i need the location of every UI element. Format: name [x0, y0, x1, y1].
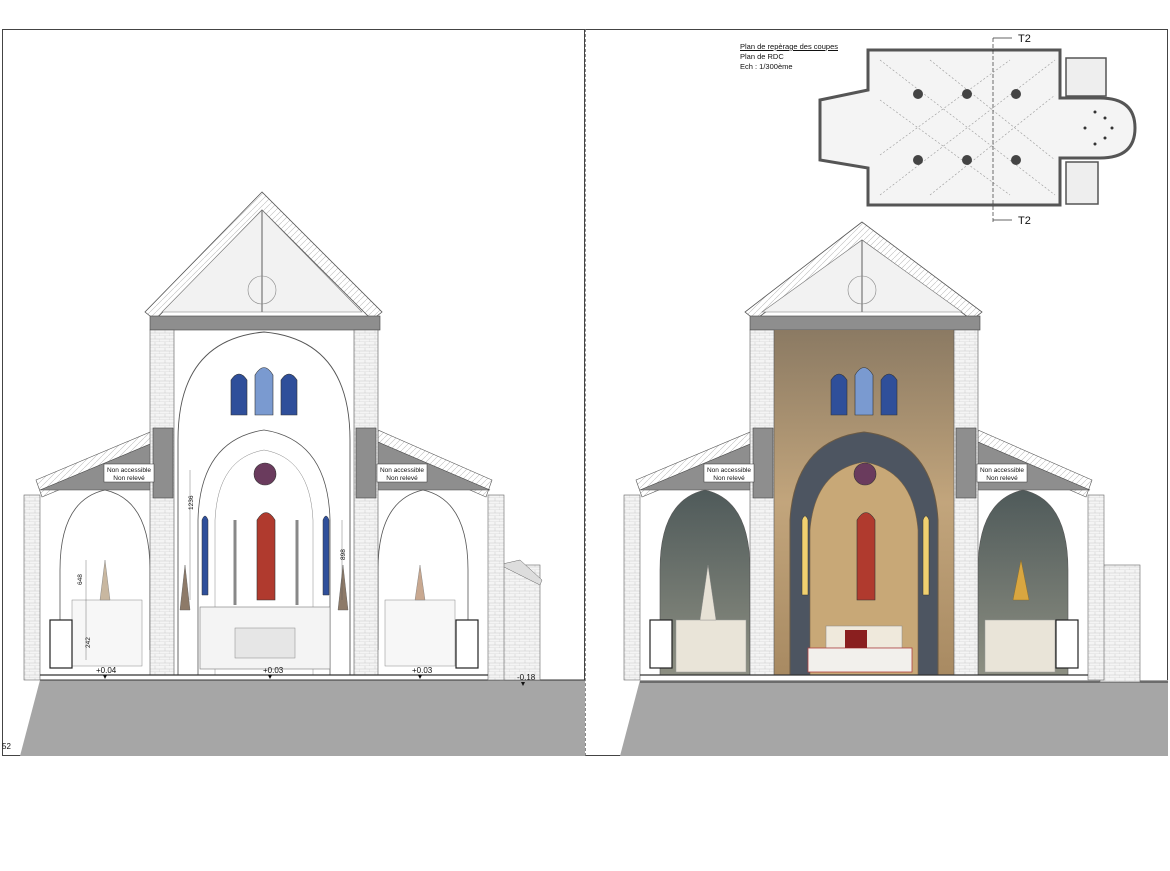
- ground-mass: [20, 680, 585, 756]
- photo-left-aisle-note-1: Non accessible: [707, 467, 751, 474]
- right-section-photo: [620, 221, 1168, 756]
- dimension-height-3: 648: [77, 574, 84, 585]
- key-floor-plan: [818, 37, 1137, 222]
- right-aisle-note-1: Non accessible: [380, 467, 424, 474]
- dimension-height-2: 898: [340, 549, 347, 560]
- plan-legend: Plan de repèrage des coupes Plan de RDC …: [740, 42, 838, 72]
- level-right-aisle: +0.03: [412, 666, 433, 675]
- church-sections-svg: Non accessible Non relevé Non accessible…: [20, 33, 1168, 756]
- page-reference: 52: [2, 742, 11, 751]
- left-aisle-note-2: Non relevé: [113, 475, 145, 482]
- left-aisle-note-1: Non accessible: [107, 467, 151, 474]
- dimension-height-1: 1236: [188, 495, 195, 510]
- legend-plan: Plan de RDC: [740, 52, 784, 61]
- level-left-aisle: +0.04: [96, 666, 117, 675]
- level-exterior: -0.18: [517, 673, 536, 682]
- ground-mass-right: [620, 680, 1168, 756]
- photo-right-aisle-note-1: Non accessible: [980, 467, 1024, 474]
- dimension-height-4: 242: [85, 637, 92, 648]
- photo-right-aisle-note-2: Non relevé: [986, 475, 1018, 482]
- right-aisle-note-2: Non relevé: [386, 475, 418, 482]
- legend-scale: Ech : 1/300ème: [740, 62, 793, 71]
- section-marker-top: T2: [1018, 33, 1031, 45]
- section-marker-bottom: T2: [1018, 215, 1031, 227]
- level-nave: +0.03: [263, 666, 284, 675]
- photo-left-aisle-note-2: Non relevé: [713, 475, 745, 482]
- drawing-sheet: Non accessible Non relevé Non accessible…: [0, 0, 1170, 871]
- legend-title: Plan de repèrage des coupes: [740, 42, 838, 51]
